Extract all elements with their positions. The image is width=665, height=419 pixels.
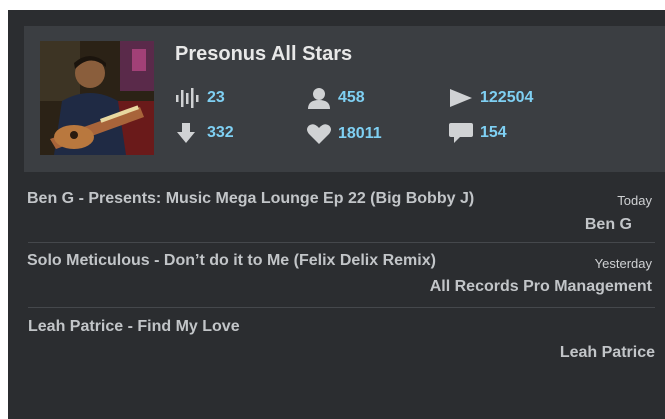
track-item[interactable]: Solo Meticulous - Don’t do it to Me (Fel…: [8, 248, 665, 304]
tracks-count: 23: [207, 89, 225, 106]
comments-count: 154: [480, 124, 507, 141]
comments-stat: 154: [448, 122, 507, 144]
track-divider: [28, 307, 655, 308]
track-item[interactable]: Leah Patrice - Find My Love Leah Patrice: [8, 314, 665, 374]
plays-stat: 122504: [448, 87, 533, 109]
favorites-count: 18011: [338, 125, 382, 142]
favorites-stat: 18011: [306, 123, 382, 145]
waveform-icon: [175, 87, 201, 109]
comment-icon: [448, 122, 474, 144]
plays-count: 122504: [480, 89, 534, 106]
track-artist[interactable]: Leah Patrice: [560, 344, 655, 362]
heart-icon: [306, 123, 332, 145]
track-title[interactable]: Leah Patrice - Find My Love: [28, 318, 240, 336]
track-artist[interactable]: Ben G: [585, 216, 632, 234]
artist-photo[interactable]: [40, 41, 154, 155]
track-date: Today: [617, 193, 652, 208]
artist-widget: Presonus All Stars 23 458 122504 332 180…: [8, 10, 665, 419]
downloads-stat: 332: [175, 122, 234, 144]
track-date: Yesterday: [594, 256, 652, 271]
followers-count: 458: [338, 89, 365, 106]
tracks-stat: 23: [175, 87, 225, 109]
artist-header: Presonus All Stars 23 458 122504 332 180…: [24, 26, 665, 172]
track-title[interactable]: Ben G - Presents: Music Mega Lounge Ep 2…: [27, 190, 474, 208]
artist-name[interactable]: Presonus All Stars: [175, 43, 352, 66]
play-icon: [448, 87, 474, 109]
user-icon: [306, 87, 332, 109]
download-icon: [175, 122, 201, 144]
downloads-count: 332: [207, 124, 234, 141]
track-artist[interactable]: All Records Pro Management: [430, 278, 652, 296]
followers-stat: 458: [306, 87, 365, 109]
track-divider: [28, 242, 655, 243]
track-title[interactable]: Solo Meticulous - Don’t do it to Me (Fel…: [27, 252, 436, 270]
track-item[interactable]: Ben G - Presents: Music Mega Lounge Ep 2…: [8, 186, 665, 240]
